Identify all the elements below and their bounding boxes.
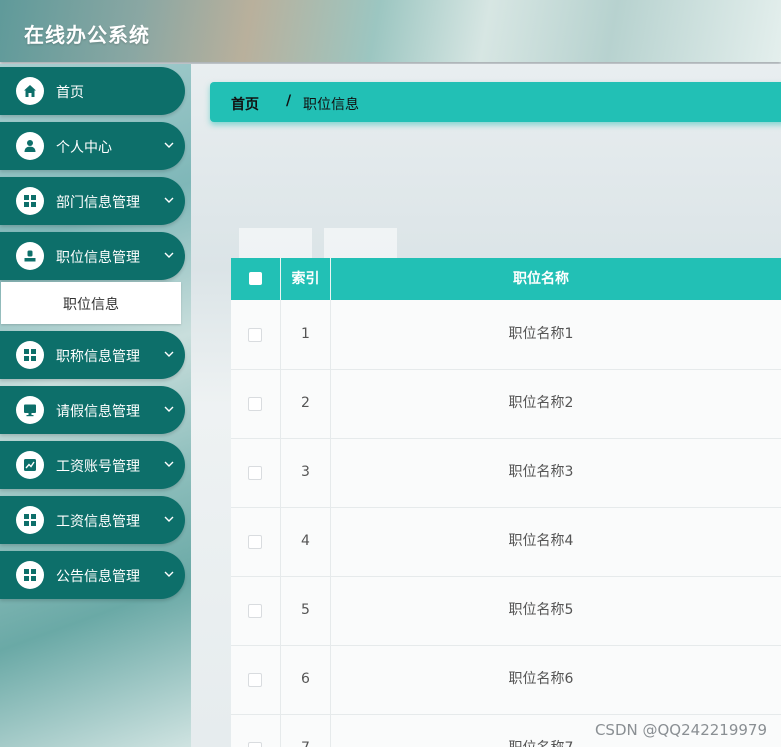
app-title: 在线办公系统 — [24, 23, 150, 47]
sidebar-item-label: 职称信息管理 — [56, 349, 140, 365]
row-checkbox[interactable] — [248, 466, 262, 480]
sidebar-item-label: 个人中心 — [56, 140, 112, 156]
toolbar-placeholder — [324, 228, 397, 258]
cell-position-name: 职位名称1 — [508, 326, 574, 342]
data-table: 索引 职位名称 1 职位名称1 2 职位名称2 3 职位名称3 4 职位名称 4 … — [231, 258, 781, 747]
breadcrumb-home[interactable]: 首页 — [231, 94, 259, 114]
header-position-name: 职位名称 — [513, 271, 569, 287]
table-row: 1 职位名称1 — [231, 300, 781, 370]
cell-index: 7 — [281, 714, 331, 747]
table-row: 2 职位名称2 — [231, 369, 781, 439]
top-header: 在线办公系统 — [0, 0, 781, 62]
sidebar-item-salary-info[interactable]: 工资信息管理 — [0, 496, 185, 544]
cell-position-name: 职位名称6 — [508, 671, 574, 687]
sidebar-item-personal-center[interactable]: 个人中心 — [0, 122, 185, 170]
table-row: 6 职位名称6 — [231, 645, 781, 715]
chevron-down-icon — [164, 197, 174, 203]
cell-index: 5 — [281, 576, 331, 645]
sidebar-item-label: 职位信息管理 — [56, 250, 140, 266]
table-row: 5 职位名称5 — [231, 576, 781, 646]
chevron-down-icon — [164, 516, 174, 522]
cell-position-name: 职位名称2 — [508, 395, 574, 411]
grid-icon — [16, 341, 44, 369]
sidebar-item-home[interactable]: 首页 — [0, 67, 185, 115]
cell-index: 4 — [281, 507, 331, 576]
row-checkbox[interactable] — [248, 397, 262, 411]
chart-icon — [16, 451, 44, 479]
row-checkbox[interactable] — [248, 604, 262, 618]
sidebar-item-leave[interactable]: 请假信息管理 — [0, 386, 185, 434]
toolbar-placeholder — [239, 228, 312, 258]
chevron-up-icon — [164, 252, 174, 258]
cell-position-name: 职位名称5 — [508, 602, 574, 618]
sidebar-item-label: 首页 — [56, 85, 84, 101]
watermark-text: CSDN @QQ242219979 — [594, 721, 767, 739]
header-index: 索引 — [281, 258, 331, 300]
person-badge-icon — [16, 242, 44, 270]
sidebar-item-label: 公告信息管理 — [56, 569, 140, 585]
sidebar-item-label: 工资账号管理 — [56, 459, 140, 475]
sidebar-item-position[interactable]: 职位信息管理 — [0, 232, 185, 280]
chevron-down-icon — [164, 142, 174, 148]
breadcrumb: 首页 / 职位信息 — [210, 82, 781, 122]
sidebar-item-announcement[interactable]: 公告信息管理 — [0, 551, 185, 599]
submenu-item-position-info[interactable]: 职位信息 — [1, 282, 181, 324]
chevron-down-icon — [164, 571, 174, 577]
chevron-down-icon — [164, 351, 174, 357]
sidebar-item-label: 工资信息管理 — [56, 514, 140, 530]
grid-icon — [16, 187, 44, 215]
row-checkbox[interactable] — [248, 535, 262, 549]
row-checkbox[interactable] — [248, 328, 262, 342]
breadcrumb-separator: / — [286, 93, 292, 109]
grid-icon — [16, 561, 44, 589]
monitor-icon — [16, 396, 44, 424]
user-icon — [16, 132, 44, 160]
cell-position-name: 职位名称4 — [508, 533, 574, 549]
cell-position-name: 职位名称3 — [508, 464, 574, 480]
sidebar-item-salary-account[interactable]: 工资账号管理 — [0, 441, 185, 489]
table-row: 3 职位名称3 — [231, 438, 781, 508]
sidebar-item-label: 请假信息管理 — [56, 404, 140, 420]
chevron-down-icon — [164, 406, 174, 412]
grid-icon — [16, 506, 44, 534]
sidebar-item-department[interactable]: 部门信息管理 — [0, 177, 185, 225]
cell-index: 3 — [281, 438, 331, 507]
row-checkbox[interactable] — [248, 673, 262, 687]
submenu-item-label: 职位信息 — [63, 297, 119, 313]
row-checkbox[interactable] — [248, 742, 262, 747]
cell-index: 2 — [281, 369, 331, 438]
home-icon — [16, 77, 44, 105]
cell-index: 6 — [281, 645, 331, 714]
breadcrumb-current: 职位信息 — [303, 97, 359, 113]
select-all-header — [231, 258, 281, 300]
table-header: 索引 职位名称 — [231, 258, 781, 300]
chevron-down-icon — [164, 461, 174, 467]
select-all-checkbox[interactable] — [249, 272, 262, 285]
sidebar-item-title[interactable]: 职称信息管理 — [0, 331, 185, 379]
cell-index: 1 — [281, 300, 331, 369]
sidebar: 首页 个人中心 部门信息管理 职位信息管理 职位信息 职称信息管理 请假信息管理… — [0, 64, 191, 747]
table-row: 4 职位名称4 — [231, 507, 781, 577]
sidebar-item-label: 部门信息管理 — [56, 195, 140, 211]
main-content: 首页 / 职位信息 索引 职位名称 1 职位名称1 2 职位名称2 3 职位名称… — [191, 64, 781, 747]
